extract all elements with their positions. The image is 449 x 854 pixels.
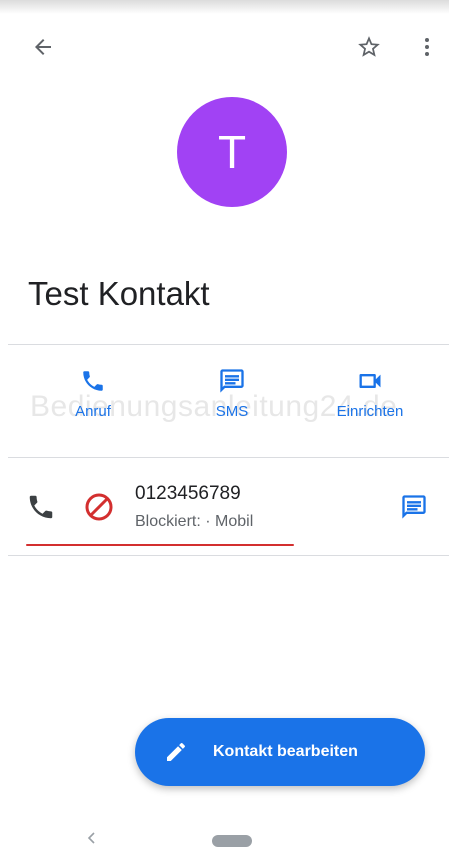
call-action[interactable]: Anruf [33, 365, 153, 435]
message-icon [218, 365, 246, 397]
back-button[interactable] [26, 32, 60, 62]
block-icon [83, 491, 115, 523]
video-setup-action-label: Einrichten [336, 403, 404, 420]
call-action-label: Anruf [75, 403, 111, 420]
chevron-left-icon [87, 832, 95, 844]
more-vert-icon [425, 38, 429, 56]
divider [8, 555, 449, 556]
contact-name: Test Kontakt [28, 275, 210, 312]
contact-avatar: T [177, 97, 287, 207]
nav-home-pill[interactable] [212, 835, 252, 847]
quick-actions: Anruf SMS Einrichten [0, 345, 449, 457]
star-outline-icon [358, 36, 380, 57]
video-setup-action[interactable]: Einrichten [310, 365, 430, 435]
more-options-button[interactable] [410, 32, 444, 62]
edit-contact-label: Kontakt bearbeiten [213, 743, 358, 760]
phone-number: 0123456789 [135, 483, 241, 504]
status-bar [0, 0, 449, 14]
arrow-back-icon [35, 39, 51, 55]
sms-action-label: SMS [215, 403, 249, 420]
videocam-icon [355, 365, 385, 397]
favorite-button[interactable] [352, 32, 386, 62]
pencil-icon [161, 737, 191, 767]
app-bar [0, 24, 449, 70]
phone-status: Blockiert: · Mobil [135, 513, 254, 530]
phone-icon[interactable] [26, 492, 56, 522]
send-message-button[interactable] [397, 492, 431, 522]
nav-back-button[interactable] [84, 830, 100, 846]
message-icon [402, 495, 426, 519]
phone-icon [80, 365, 106, 397]
sms-action[interactable]: SMS [172, 365, 292, 435]
avatar-initial: T [217, 126, 247, 178]
highlight-underline [26, 544, 294, 546]
phone-number-row[interactable]: 0123456789 Blockiert: · Mobil [0, 458, 449, 554]
edit-contact-button[interactable]: Kontakt bearbeiten [135, 718, 425, 786]
system-nav-bar [0, 810, 449, 854]
